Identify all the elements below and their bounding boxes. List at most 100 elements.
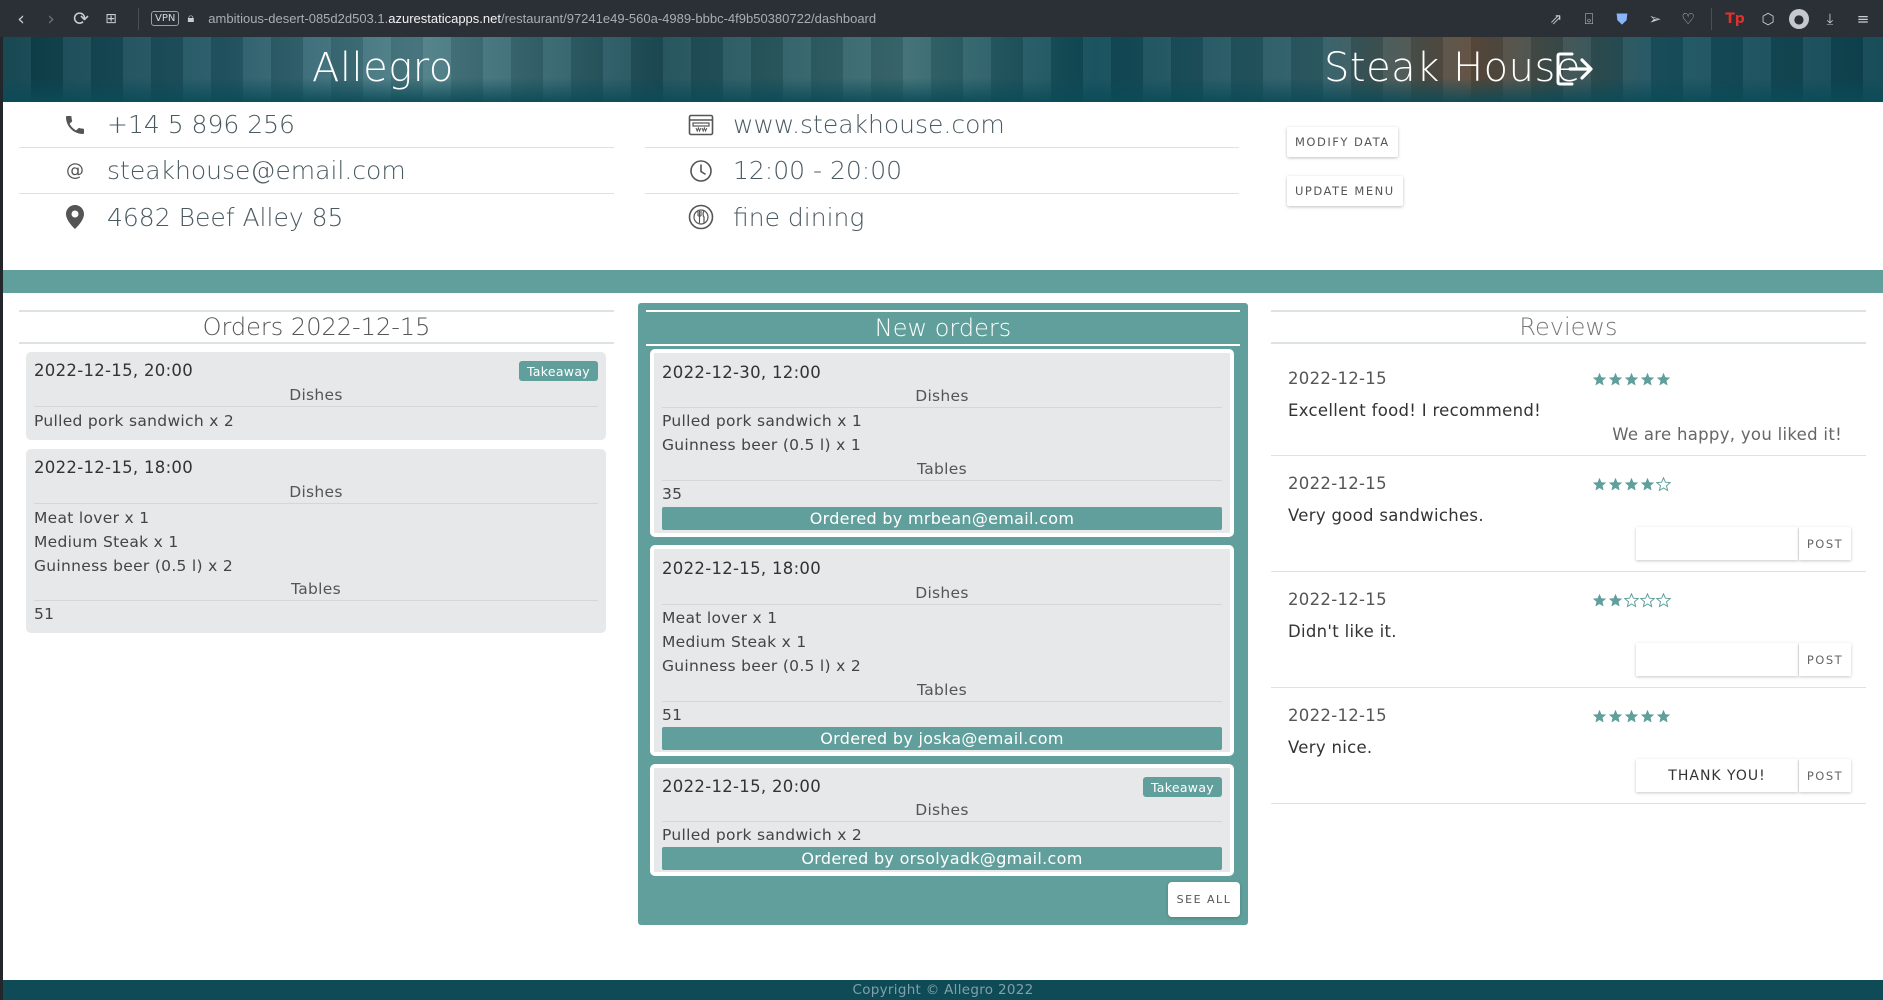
footer-copyright: Copyright © Allegro 2022 xyxy=(3,980,1883,1000)
review-date: 2022-12-15 xyxy=(1288,590,1387,609)
new-order-card[interactable]: 2022-12-15, 20:00 Takeaway Dishes Pulled… xyxy=(650,764,1234,876)
star-filled-icon xyxy=(1624,477,1639,491)
star-empty-icon xyxy=(1640,593,1655,608)
order-datetime: 2022-12-15, 18:00 xyxy=(34,458,194,477)
star-filled-icon xyxy=(1608,477,1623,491)
review-text: Didn't like it. xyxy=(1288,622,1397,641)
new-orders-title: New orders xyxy=(646,310,1240,346)
dish-item: Pulled pork sandwich x 1 xyxy=(662,412,863,430)
location-pin-icon xyxy=(61,203,89,231)
tp-extension-icon[interactable]: Tp xyxy=(1723,7,1747,31)
phone-icon xyxy=(61,111,89,139)
shield-icon[interactable]: ⛊ xyxy=(1610,7,1634,31)
url-host: azurestaticapps.net xyxy=(388,11,501,26)
camera-icon[interactable]: ⌻ xyxy=(1577,7,1601,31)
dishes-header: Dishes xyxy=(662,387,1222,408)
browser-extensions: ⇗ ⌻ ⛊ ➢ ♡ Tp ⬡ ● ⤓ ≡ xyxy=(1544,0,1875,37)
dish-item: Pulled pork sandwich x 2 xyxy=(662,826,863,844)
order-datetime: 2022-12-30, 12:00 xyxy=(662,363,822,382)
star-filled-icon xyxy=(1592,372,1607,386)
url-path: /restaurant/97241e49-560a-4989-bbbc-4f9b… xyxy=(500,11,877,26)
dish-item: Pulled pork sandwich x 2 xyxy=(34,412,235,430)
hours-row: 12:00 - 20:00 xyxy=(645,148,1239,194)
forward-arrow-icon[interactable]: › xyxy=(36,0,66,37)
menu-icon[interactable]: ≡ xyxy=(1851,7,1875,31)
dishes-header: Dishes xyxy=(662,801,1222,822)
modify-data-button[interactable]: MODIFY DATA xyxy=(1287,127,1398,157)
star-filled-icon xyxy=(1624,709,1639,723)
see-all-button[interactable]: SEE ALL xyxy=(1168,882,1240,917)
review-text: Excellent food! I recommend! xyxy=(1288,401,1542,420)
reply-input[interactable]: THANK YOU! xyxy=(1636,759,1798,792)
star-filled-icon xyxy=(1640,477,1655,491)
header-banner: Allegro Steak House xyxy=(3,37,1883,102)
order-card[interactable]: 2022-12-15, 20:00 Takeaway Dishes Pulled… xyxy=(26,352,606,440)
url-prefix: ambitious-desert-085d2d503.1. xyxy=(208,11,389,26)
address-bar[interactable]: ambitious-desert-085d2d503.1.azurestatic… xyxy=(208,11,876,26)
phone-row: +14 5 896 256 xyxy=(19,102,614,148)
review-rating xyxy=(1592,477,1671,492)
share-icon[interactable]: ⇗ xyxy=(1544,7,1568,31)
update-menu-button[interactable]: UPDATE MENU xyxy=(1287,176,1403,206)
review-text: Very nice. xyxy=(1288,738,1373,757)
post-reply-button[interactable]: POST xyxy=(1799,643,1851,676)
download-icon[interactable]: ⤓ xyxy=(1818,7,1842,31)
star-filled-icon xyxy=(1592,477,1607,491)
star-filled-icon xyxy=(1592,593,1607,607)
new-order-card[interactable]: 2022-12-15, 18:00 Dishes Meat lover x 1 … xyxy=(650,545,1234,756)
toolbar-separator xyxy=(1711,7,1712,30)
order-datetime: 2022-12-15, 18:00 xyxy=(662,559,822,578)
back-arrow-icon[interactable]: ‹ xyxy=(6,0,36,37)
category-row: fine dining xyxy=(645,194,1239,240)
reply-input[interactable] xyxy=(1636,527,1798,560)
star-empty-icon xyxy=(1656,593,1671,608)
dishes-header: Dishes xyxy=(34,483,598,504)
website-url[interactable]: www.steakhouse.com xyxy=(733,110,1005,139)
star-filled-icon xyxy=(1608,709,1623,723)
tabs-grid-icon[interactable]: ⊞ xyxy=(96,0,126,37)
dish-item: Meat lover x 1 xyxy=(662,609,778,627)
reload-icon[interactable]: ⟳ xyxy=(66,0,96,37)
new-order-card[interactable]: 2022-12-30, 12:00 Dishes Pulled pork san… xyxy=(650,349,1234,537)
logout-icon[interactable] xyxy=(1556,51,1596,87)
review-item: 2022-12-15 Didn't like it. POST xyxy=(1271,572,1866,688)
star-filled-icon xyxy=(1592,709,1607,723)
ordered-by-bar: Ordered by joska@email.com xyxy=(662,727,1222,750)
review-item: 2022-12-15 Very nice. THANK YOU! POST xyxy=(1271,688,1866,804)
send-icon[interactable]: ➢ xyxy=(1643,7,1667,31)
ordered-by-bar: Ordered by mrbean@email.com xyxy=(662,507,1222,530)
window-edge xyxy=(0,37,3,1000)
tables-header: Tables xyxy=(662,460,1222,481)
review-rating xyxy=(1592,709,1671,724)
dish-item: Meat lover x 1 xyxy=(34,509,150,527)
star-filled-icon xyxy=(1640,709,1655,723)
review-item: 2022-12-15 Excellent food! I recommend! … xyxy=(1271,346,1866,456)
brand-logo[interactable]: Allegro xyxy=(312,45,454,91)
heart-icon[interactable]: ♡ xyxy=(1676,7,1700,31)
restaurant-name: Steak House xyxy=(1324,45,1581,91)
reviews-title: Reviews xyxy=(1271,310,1866,344)
post-reply-button[interactable]: POST xyxy=(1799,527,1851,560)
dish-item: Medium Steak x 1 xyxy=(662,633,807,651)
at-sign-icon: @ xyxy=(66,160,84,181)
dish-item: Guinness beer (0.5 l) x 2 xyxy=(34,557,233,575)
order-card[interactable]: 2022-12-15, 18:00 Dishes Meat lover x 1 … xyxy=(26,449,606,633)
clock-icon xyxy=(687,157,715,185)
vpn-badge[interactable]: VPN xyxy=(151,11,180,26)
dish-item: Guinness beer (0.5 l) x 1 xyxy=(662,436,861,454)
tables-header: Tables xyxy=(34,580,598,601)
tables-header: Tables xyxy=(662,681,1222,702)
cube-icon[interactable]: ⬡ xyxy=(1756,7,1780,31)
email-row: @ steakhouse@email.com xyxy=(19,148,614,194)
post-reply-button[interactable]: POST xyxy=(1799,759,1851,792)
dish-item: Medium Steak x 1 xyxy=(34,533,179,551)
lock-icon[interactable]: 🔒︎ xyxy=(187,11,194,26)
table-number: 51 xyxy=(34,605,55,623)
star-empty-icon xyxy=(1624,593,1639,608)
dining-utensils-icon xyxy=(687,203,715,231)
reply-input[interactable] xyxy=(1636,643,1798,676)
profile-avatar-icon[interactable]: ● xyxy=(1789,8,1809,29)
dish-item: Guinness beer (0.5 l) x 2 xyxy=(662,657,861,675)
review-item: 2022-12-15 Very good sandwiches. POST xyxy=(1271,456,1866,572)
review-date: 2022-12-15 xyxy=(1288,474,1387,493)
